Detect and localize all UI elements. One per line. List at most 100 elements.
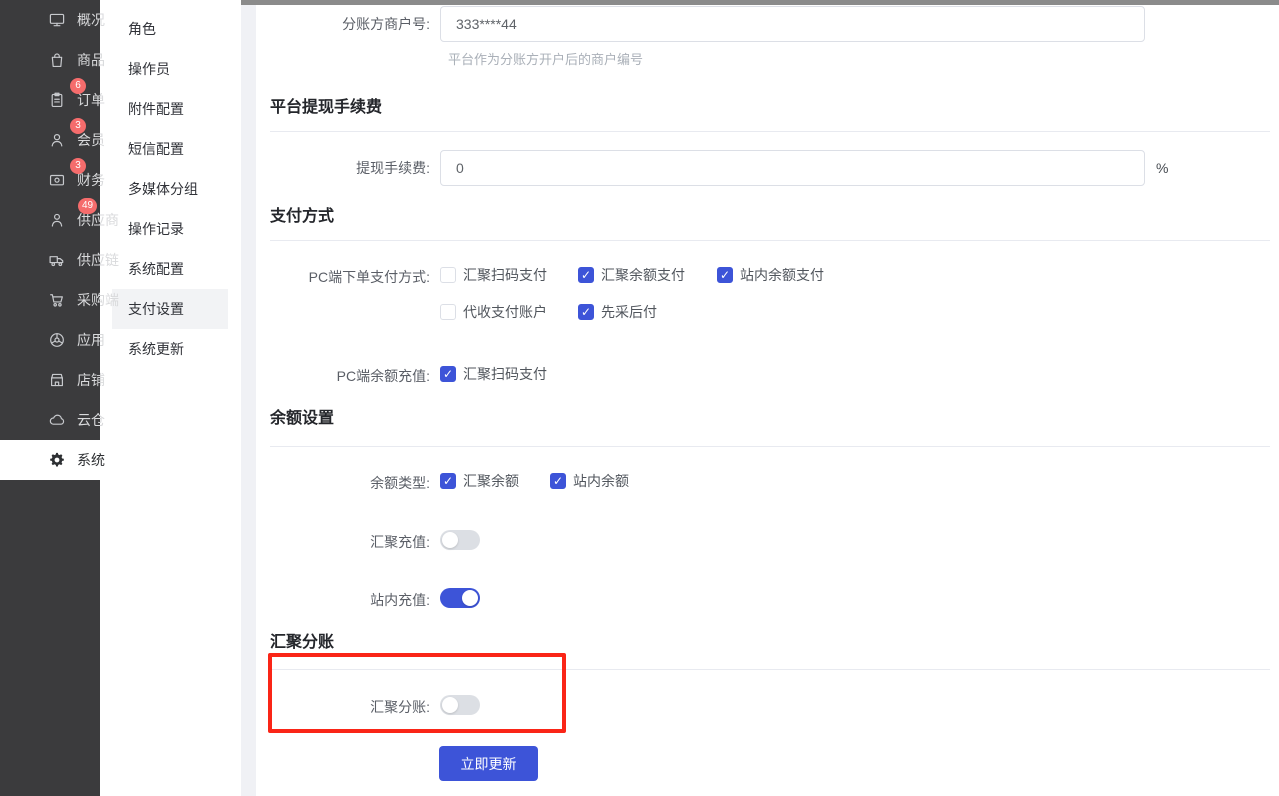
- supplier-count-badge: 49: [78, 198, 97, 214]
- section-title-withdraw-fee: 平台提现手续费: [270, 98, 382, 118]
- finance-icon: [48, 171, 66, 189]
- sidebar-item-finance[interactable]: 财务 3: [0, 160, 100, 200]
- section-divider: [270, 446, 1270, 447]
- menu-item-payment-settings[interactable]: 支付设置: [112, 289, 228, 329]
- sidebar-item-goods[interactable]: 商品: [0, 40, 100, 80]
- sidebar-item-label: 系统: [77, 450, 105, 470]
- section-title-split-account: 汇聚分账: [270, 633, 334, 653]
- checkbox-recharge-juhe-scan-pay[interactable]: 汇聚扫码支付: [440, 365, 547, 383]
- sidebar-item-label: 采购端: [77, 290, 119, 310]
- sidebar-item-label: 商品: [77, 50, 105, 70]
- sidebar-item-label: 供应链: [77, 250, 119, 270]
- checkbox-label: 代收支付账户: [463, 302, 547, 322]
- members-count-badge: 3: [70, 118, 86, 134]
- checkbox-juhe-balance-pay[interactable]: 汇聚余额支付: [578, 266, 685, 284]
- secondary-menu: 角色 操作员 附件配置 短信配置 多媒体分组 操作记录 系统配置 支付设置 系统…: [100, 0, 241, 796]
- toggle-knob: [442, 532, 458, 548]
- supply-chain-icon: [48, 251, 66, 269]
- sidebar-item-supplier[interactable]: 供应商 49: [0, 200, 100, 240]
- store-icon: [48, 371, 66, 389]
- juhe-recharge-toggle[interactable]: [440, 530, 480, 550]
- primary-sidebar: 概况 商品 订单 6 会员 3 财务 3 供应商 49: [0, 0, 100, 796]
- checkbox-box[interactable]: [550, 473, 566, 489]
- orders-count-badge: 6: [70, 78, 86, 94]
- sidebar-item-system[interactable]: 系统: [0, 440, 100, 480]
- toggle-knob: [462, 590, 478, 606]
- site-recharge-toggle[interactable]: [440, 588, 480, 608]
- update-now-button[interactable]: 立即更新: [439, 746, 538, 781]
- checkbox-label: 汇聚扫码支付: [463, 364, 547, 384]
- menu-item-sms-config[interactable]: 短信配置: [100, 129, 241, 169]
- section-divider: [270, 131, 1270, 132]
- checkbox-label: 汇聚扫码支付: [463, 265, 547, 285]
- checkbox-box[interactable]: [440, 366, 456, 382]
- goods-icon: [48, 51, 66, 69]
- checkbox-site-balance-pay[interactable]: 站内余额支付: [717, 266, 824, 284]
- merchant-id-input[interactable]: [440, 6, 1145, 42]
- juhe-split-label: 汇聚分账:: [256, 698, 430, 716]
- checkbox-label: 站内余额支付: [740, 265, 824, 285]
- juhe-split-toggle[interactable]: [440, 695, 480, 715]
- procurement-icon: [48, 291, 66, 309]
- checkbox-site-balance[interactable]: 站内余额: [550, 472, 629, 490]
- checkbox-collection-account[interactable]: 代收支付账户: [440, 303, 547, 321]
- sidebar-item-label: 概况: [77, 10, 105, 30]
- cloud-warehouse-icon: [48, 411, 66, 429]
- sidebar-item-overview[interactable]: 概况: [0, 0, 100, 40]
- site-recharge-label: 站内充值:: [256, 591, 430, 609]
- menu-item-media-groups[interactable]: 多媒体分组: [100, 169, 241, 209]
- orders-icon: [48, 91, 66, 109]
- supplier-icon: [48, 211, 66, 229]
- sidebar-item-members[interactable]: 会员 3: [0, 120, 100, 160]
- checkbox-box[interactable]: [578, 267, 594, 283]
- section-divider: [270, 240, 1270, 241]
- toggle-knob: [442, 697, 458, 713]
- red-highlight-annotation: [268, 653, 566, 733]
- menu-item-operators[interactable]: 操作员: [100, 49, 241, 89]
- sidebar-item-orders[interactable]: 订单 6: [0, 80, 100, 120]
- finance-count-badge: 3: [70, 158, 86, 174]
- checkbox-box[interactable]: [578, 304, 594, 320]
- checkbox-box[interactable]: [440, 267, 456, 283]
- section-divider: [270, 669, 1270, 670]
- sidebar-item-supply-chain[interactable]: 供应链: [0, 240, 100, 280]
- top-scroll-strip: [241, 0, 1279, 5]
- checkbox-box[interactable]: [440, 304, 456, 320]
- sidebar-item-label: 应用: [77, 330, 105, 350]
- section-title-payment-method: 支付方式: [270, 207, 334, 227]
- pc-balance-recharge-label: PC端余额充值:: [256, 367, 430, 385]
- checkbox-juhe-scan-pay[interactable]: 汇聚扫码支付: [440, 266, 547, 284]
- checkbox-label: 站内余额: [573, 471, 629, 491]
- checkbox-box[interactable]: [440, 473, 456, 489]
- sidebar-item-cloud-warehouse[interactable]: 云仓: [0, 400, 100, 440]
- checkbox-label: 汇聚余额支付: [601, 265, 685, 285]
- sidebar-item-apps[interactable]: 应用: [0, 320, 100, 360]
- system-icon: [48, 451, 66, 469]
- payment-settings-form: 分账方商户号: 平台作为分账方开户后的商户编号 平台提现手续费 提现手续费: %…: [256, 0, 1279, 796]
- sidebar-item-label: 店铺: [77, 370, 105, 390]
- juhe-recharge-label: 汇聚充值:: [256, 533, 430, 551]
- withdraw-fee-label: 提现手续费:: [256, 159, 430, 177]
- menu-item-attachment-config[interactable]: 附件配置: [100, 89, 241, 129]
- panel-gutter: [241, 0, 256, 796]
- sidebar-item-procurement[interactable]: 采购端: [0, 280, 100, 320]
- checkbox-buy-first-pay-later[interactable]: 先采后付: [578, 303, 657, 321]
- menu-item-system-update[interactable]: 系统更新: [100, 329, 241, 369]
- checkbox-label: 先采后付: [601, 302, 657, 322]
- percent-suffix: %: [1156, 159, 1168, 177]
- merchant-id-help: 平台作为分账方开户后的商户编号: [448, 52, 643, 68]
- menu-item-system-config[interactable]: 系统配置: [100, 249, 241, 289]
- checkbox-box[interactable]: [717, 267, 733, 283]
- sidebar-item-store[interactable]: 店铺: [0, 360, 100, 400]
- merchant-id-label: 分账方商户号:: [256, 15, 430, 33]
- checkbox-juhe-balance[interactable]: 汇聚余额: [440, 472, 519, 490]
- members-icon: [48, 131, 66, 149]
- apps-icon: [48, 331, 66, 349]
- withdraw-fee-input[interactable]: [440, 150, 1145, 186]
- menu-item-operation-log[interactable]: 操作记录: [100, 209, 241, 249]
- menu-item-roles[interactable]: 角色: [100, 9, 241, 49]
- section-title-balance: 余额设置: [270, 409, 334, 429]
- sidebar-item-label: 云仓: [77, 410, 105, 430]
- pc-order-payment-label: PC端下单支付方式:: [256, 268, 430, 286]
- balance-type-label: 余额类型:: [256, 474, 430, 492]
